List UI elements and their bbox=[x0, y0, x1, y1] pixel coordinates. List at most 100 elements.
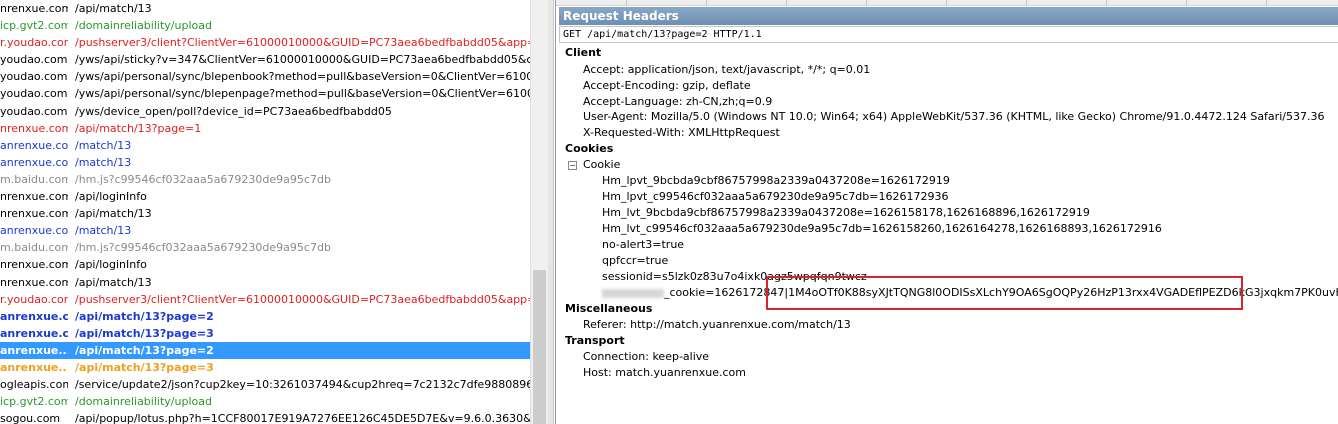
header-item: Host: match.yuanrenxue.com bbox=[583, 366, 746, 379]
session-row[interactable]: sogou.com/api/popup/lotus.php?h=1CCF8001… bbox=[0, 410, 530, 424]
session-row[interactable]: icp.gvt2.com/domainreliability/upload bbox=[0, 393, 530, 410]
tab-divider bbox=[1186, 0, 1187, 6]
session-host: m.baidu.com bbox=[0, 172, 68, 186]
session-url: /api/match/13?page=1 bbox=[75, 121, 202, 135]
session-host: icp.gvt2.com bbox=[0, 395, 68, 409]
header-section-miscellaneous: Miscellaneous bbox=[565, 302, 653, 315]
session-host: anrenxue.com bbox=[0, 224, 68, 238]
session-row[interactable]: nrenxue.com/api/match/13 bbox=[0, 274, 530, 291]
session-url: /domainreliability/upload bbox=[75, 19, 212, 33]
cookie-item: sessionid=s5lzk0z83u7o4ixk0agz5wpqfqn9tw… bbox=[602, 270, 867, 283]
cookie-item: Hm_lpvt_c99546cf032aaa5a679230de9a95c7db… bbox=[602, 190, 949, 203]
session-host: youdao.com bbox=[0, 53, 68, 67]
tab-divider bbox=[1106, 0, 1107, 6]
session-url: /api/popup/lotus.php?h=1CCF80017E919A727… bbox=[75, 412, 530, 424]
session-url: /api/match/13 bbox=[75, 207, 152, 221]
session-url: /api/match/13?page=2 bbox=[75, 343, 214, 357]
cookie-node[interactable]: − Cookie bbox=[568, 157, 620, 173]
session-host: anrenxue.com bbox=[0, 138, 68, 152]
session-row[interactable]: anrenxue.com/api/match/13?page=2 bbox=[0, 308, 530, 325]
session-url: /api/match/13 bbox=[75, 2, 152, 15]
cookie-item: _cookie=1626172847|1M4oOTf0K88syXJtTQNG8… bbox=[602, 285, 1338, 301]
session-host: nrenxue.com bbox=[0, 121, 68, 135]
collapse-icon[interactable]: − bbox=[568, 160, 577, 170]
tab-divider bbox=[1266, 0, 1267, 6]
cookie-item: qpfccr=true bbox=[602, 254, 669, 267]
session-url: /api/match/13?page=2 bbox=[75, 309, 214, 323]
session-host: sogou.com bbox=[0, 412, 61, 424]
session-row[interactable]: youdao.com/yws/api/sticky?v=347&ClientVe… bbox=[0, 51, 530, 68]
session-url: /yws/api/sticky?v=347&ClientVer=61000010… bbox=[75, 53, 530, 67]
header-item: Connection: keep-alive bbox=[583, 350, 710, 363]
session-host: nrenxue.com bbox=[0, 190, 68, 204]
session-row[interactable]: anrenxue.... /api/match/13?page=3 bbox=[0, 359, 530, 376]
tab-divider bbox=[866, 0, 867, 6]
session-host: nrenxue.com bbox=[0, 258, 68, 272]
session-host: anrenxue.com bbox=[0, 155, 68, 169]
session-row[interactable]: ogleapis.com/service/update2/json?cup2ke… bbox=[0, 376, 530, 393]
pane-splitter[interactable] bbox=[548, 0, 554, 424]
session-row[interactable]: nrenxue.com/api/loginInfo bbox=[0, 188, 530, 205]
session-url: /hm.js?c99546cf032aaa5a679230de9a95c7db bbox=[75, 241, 331, 255]
session-host: anrenxue.com bbox=[0, 309, 68, 323]
session-host: youdao.com bbox=[0, 104, 68, 118]
session-row[interactable]: anrenxue.com/match/13 bbox=[0, 137, 530, 154]
session-host: youdao.com bbox=[0, 70, 68, 84]
request-line: GET /api/match/13?page=2 HTTP/1.1 bbox=[559, 26, 1338, 43]
inspector-pane: Request Headers GET /api/match/13?page=2… bbox=[555, 0, 1338, 424]
header-section-client: Client bbox=[565, 46, 602, 59]
inspector-tab-strip[interactable] bbox=[556, 0, 1338, 6]
session-url: /api/match/13?page=3 bbox=[75, 360, 214, 374]
session-url: /yws/api/personal/sync/blepenbook?method… bbox=[75, 70, 530, 84]
session-row[interactable]: m.baidu.com/hm.js?c99546cf032aaa5a679230… bbox=[0, 171, 530, 188]
scrollbar-thumb[interactable] bbox=[533, 270, 546, 424]
cookie-item: no-alert3=true bbox=[602, 238, 685, 251]
session-row[interactable]: youdao.com/yws/device_open/poll?device_i… bbox=[0, 103, 530, 120]
session-url: /pushserver3/client?ClientVer=6100001000… bbox=[75, 36, 530, 50]
session-url: /api/loginInfo bbox=[75, 190, 147, 204]
session-host: youdao.com bbox=[0, 87, 68, 101]
session-row[interactable]: youdao.com/yws/api/personal/sync/blepenp… bbox=[0, 85, 530, 102]
session-url: /match/13 bbox=[75, 138, 132, 152]
session-row[interactable]: anrenxue.com/api/match/13?page=3 bbox=[0, 325, 530, 342]
cookie-node-label: Cookie bbox=[583, 158, 621, 171]
header-item: X-Requested-With: XMLHttpRequest bbox=[583, 126, 780, 139]
session-host: ogleapis.com bbox=[0, 378, 68, 392]
header-section-transport: Transport bbox=[565, 334, 625, 347]
session-list-scrollbar[interactable] bbox=[530, 0, 548, 424]
session-row[interactable]: nrenxue.com/api/loginInfo bbox=[0, 256, 530, 273]
cookie-value: _cookie=1626172847|1M4oOTf0K88syXJtTQNG8… bbox=[664, 286, 1338, 299]
cookie-item: Hm_lvt_9bcbda9cbf86757998a2339a0437208e=… bbox=[602, 206, 1090, 219]
session-url: /service/update2/json?cup2key=10:3261037… bbox=[75, 378, 530, 392]
session-row[interactable]: nrenxue.com/api/match/13?page=1 bbox=[0, 120, 530, 137]
session-url: /hm.js?c99546cf032aaa5a679230de9a95c7db bbox=[75, 172, 331, 186]
session-row[interactable]: anrenxue.com/match/13 bbox=[0, 154, 530, 171]
session-url: /pushserver3/client?ClientVer=6100001000… bbox=[75, 292, 530, 306]
header-item: Accept-Language: zh-CN,zh;q=0.9 bbox=[583, 95, 773, 108]
session-row[interactable]: nrenxue.com/api/match/13 bbox=[0, 205, 530, 222]
session-row[interactable]: m.baidu.com/hm.js?c99546cf032aaa5a679230… bbox=[0, 239, 530, 256]
session-url: /match/13 bbox=[75, 224, 132, 238]
session-list[interactable]: nrenxue.com/api/match/13 icp.gvt2.com/dom… bbox=[0, 0, 530, 424]
tab-divider bbox=[786, 0, 787, 6]
session-host: icp.gvt2.com bbox=[0, 19, 68, 33]
request-headers-title: Request Headers bbox=[559, 7, 1338, 25]
session-row[interactable]: anrenxue.... /api/match/13?page=2 bbox=[0, 341, 530, 359]
tab-divider bbox=[706, 0, 707, 6]
session-host: r.youdao.com bbox=[0, 36, 68, 50]
session-row[interactable]: anrenxue.com/match/13 bbox=[0, 222, 530, 239]
session-url: /yws/device_open/poll?device_id=PC73aea6… bbox=[75, 104, 392, 118]
session-row[interactable]: icp.gvt2.com/domainreliability/upload bbox=[0, 17, 530, 34]
header-item: Referer: http://match.yuanrenxue.com/mat… bbox=[583, 318, 851, 331]
session-row[interactable]: youdao.com/yws/api/personal/sync/blepenb… bbox=[0, 68, 530, 85]
session-url: /api/match/13 bbox=[75, 275, 152, 289]
tab-divider bbox=[1026, 0, 1027, 6]
session-row[interactable]: r.youdao.com/pushserver3/client?ClientVe… bbox=[0, 291, 530, 308]
session-row[interactable]: r.youdao.com/pushserver3/client?ClientVe… bbox=[0, 34, 530, 51]
header-item: Accept: application/json, text/javascrip… bbox=[583, 63, 871, 76]
cookie-item: Hm_lpvt_9bcbda9cbf86757998a2339a0437208e… bbox=[602, 174, 950, 187]
session-url: /match/13 bbox=[75, 155, 132, 169]
session-host: anrenxue.... bbox=[0, 360, 68, 374]
session-row[interactable]: nrenxue.com/api/match/13 bbox=[0, 0, 530, 17]
session-url: /api/match/13?page=3 bbox=[75, 326, 214, 340]
